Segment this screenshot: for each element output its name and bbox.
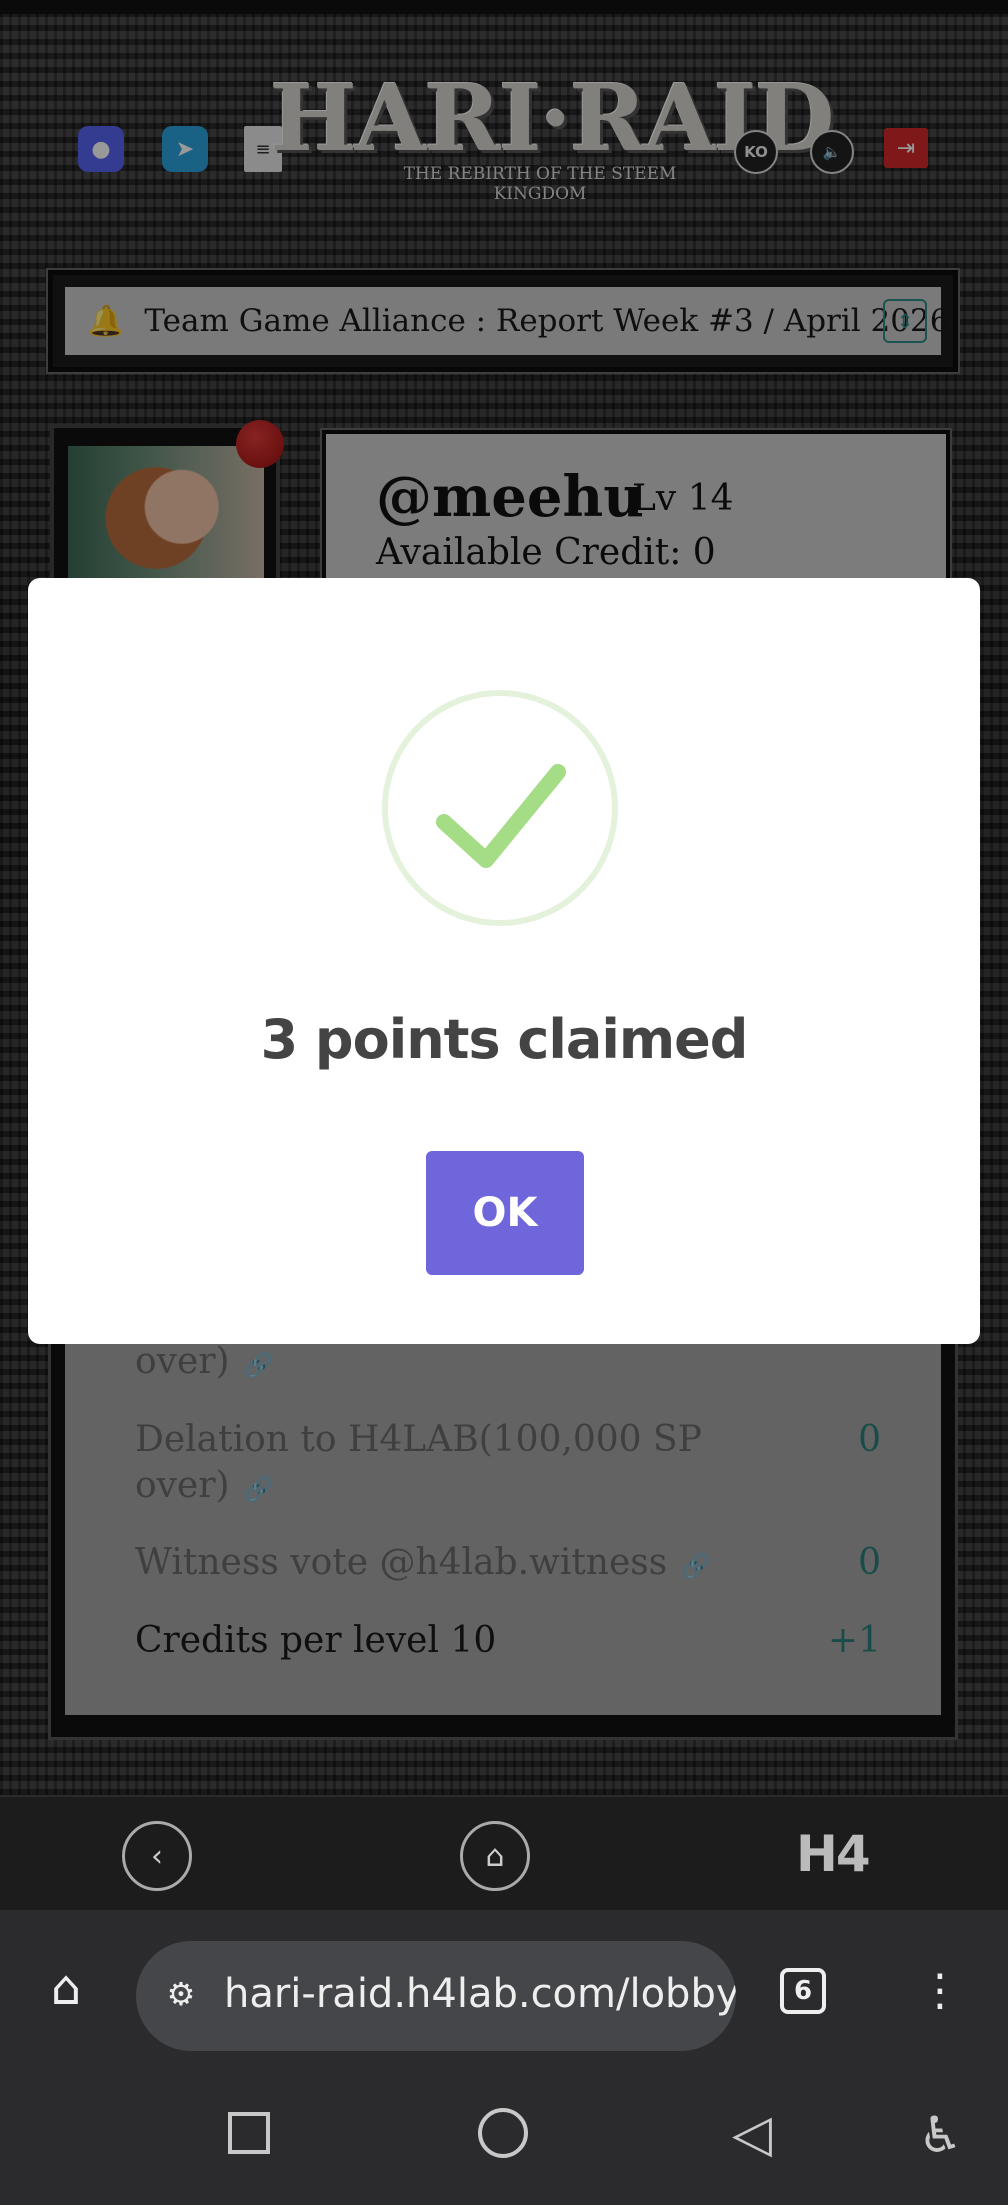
back-icon[interactable]: ‹ [122,1821,192,1891]
checkmark-icon [436,764,566,868]
home-circle-icon[interactable] [478,2108,528,2158]
system-nav-bar: ◁ ♿ [0,2070,1008,2205]
site-settings-icon[interactable]: ⚙ [158,1971,204,2017]
dialog-title: 3 points claimed [260,1008,749,1071]
back-triangle-icon[interactable]: ◁ [732,2104,772,2164]
recents-icon[interactable] [228,2112,270,2154]
ok-button[interactable]: OK [426,1151,584,1275]
browser-home-icon[interactable]: ⌂ [38,1960,94,2016]
home-icon[interactable]: ⌂ [460,1821,530,1891]
success-dialog: 3 points claimed OK [28,578,980,1344]
game-nav-bar: ‹ ⌂ H4 [0,1795,1008,1912]
address-bar[interactable]: ⚙ hari-raid.h4lab.com/lobby [136,1941,736,2051]
more-menu-icon[interactable]: ⋮ [918,1958,962,2022]
tab-switcher-button[interactable]: 6 [780,1968,826,2014]
url-text[interactable]: hari-raid.h4lab.com/lobby [224,1971,736,2017]
accessibility-icon[interactable]: ♿ [918,2106,963,2164]
browser-toolbar: ⌂ ⚙ hari-raid.h4lab.com/lobby 6 ⋮ [0,1910,1008,2070]
h4-logo[interactable]: H4 [796,1825,871,1883]
